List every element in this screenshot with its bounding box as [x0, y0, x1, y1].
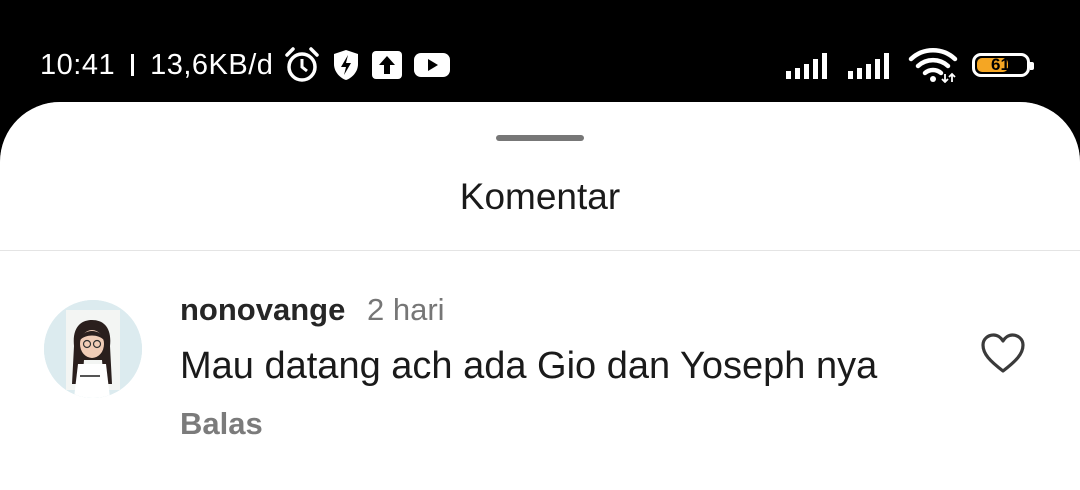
comment-timestamp: 2 hari	[367, 292, 445, 327]
wifi-icon	[908, 47, 958, 83]
battery-tip	[1030, 62, 1034, 70]
avatar[interactable]	[44, 300, 142, 398]
like-button[interactable]	[980, 332, 1026, 374]
alarm-icon	[283, 46, 321, 84]
signal-icon	[846, 49, 894, 81]
reply-button[interactable]: Balas	[180, 406, 263, 442]
signal-icon	[784, 49, 832, 81]
comments-sheet: Komentar nonovange 2 hari Mau datang ach…	[0, 102, 1080, 490]
upload-icon	[371, 50, 403, 80]
status-bar-left: 10:41 13,6KB/d	[40, 44, 451, 86]
shield-bolt-icon	[331, 48, 361, 82]
heart-outline-icon	[981, 333, 1025, 373]
drag-handle[interactable]	[496, 135, 584, 141]
battery-level: 61	[991, 55, 1010, 74]
comment-item: nonovange 2 hari Mau datang ach ada Gio …	[0, 292, 1080, 452]
status-separator	[131, 54, 135, 76]
network-speed: 13,6KB/d	[150, 48, 274, 81]
status-bar-right: 61	[784, 44, 1034, 86]
divider	[0, 250, 1080, 251]
youtube-icon	[413, 51, 451, 79]
status-bar: 10:41 13,6KB/d 61	[0, 0, 1080, 102]
battery-indicator: 61	[972, 53, 1034, 77]
comment-username[interactable]: nonovange	[180, 292, 345, 328]
clock: 10:41	[40, 48, 116, 81]
comment-text: Mau datang ach ada Gio dan Yoseph nya	[180, 345, 878, 387]
sheet-title: Komentar	[459, 176, 621, 217]
